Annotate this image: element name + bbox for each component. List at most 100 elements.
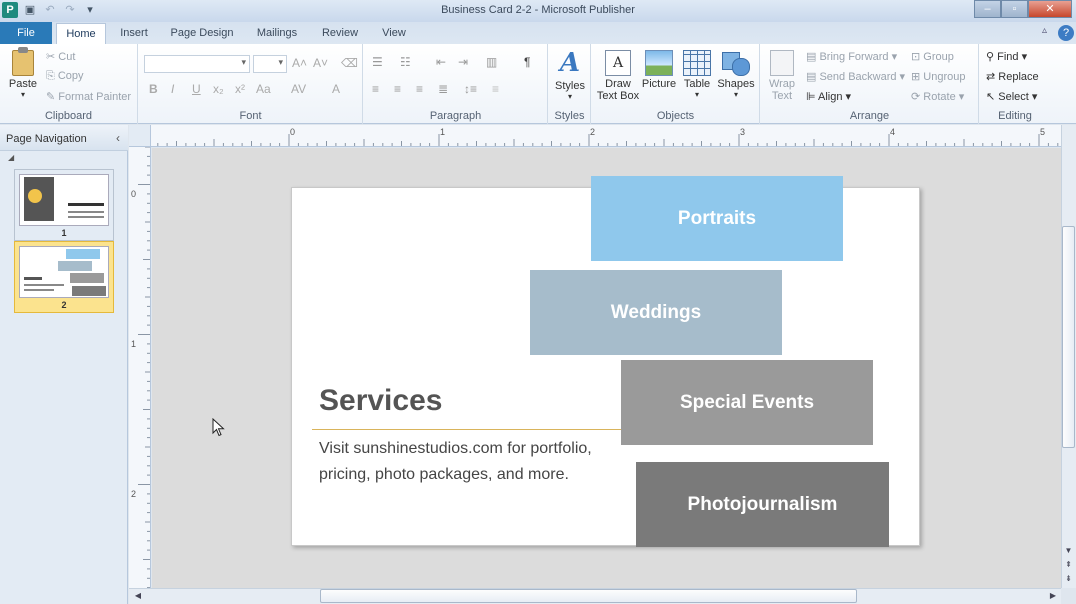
replace-button[interactable]: ⇄ Replace [986,70,1039,83]
columns-icon[interactable]: ▥ [486,55,497,69]
align-left-icon[interactable]: ≡ [372,82,379,96]
numbering-icon[interactable]: ☷ [400,55,411,69]
character-spacing-icon[interactable]: AV [291,82,306,96]
scroll-down-arrow-icon[interactable]: ▼ [1062,544,1075,557]
align-center-icon[interactable]: ≡ [394,82,401,96]
ruler-label: 2 [590,127,596,137]
scroll-right-arrow-icon[interactable]: ▶ [1047,590,1059,602]
page-navigation-title: Page Navigation [6,133,87,145]
italic-icon[interactable]: I [171,82,174,96]
bullets-icon[interactable]: ☰ [372,55,383,69]
special-events-box[interactable]: Special Events [621,360,873,445]
cut-button[interactable]: ✂ Cut [46,50,75,63]
ruler-label: 1 [131,339,137,349]
horizontal-ruler[interactable]: 0 1 2 3 4 5 [129,125,1061,147]
select-cursor-icon: ↖ [986,91,999,103]
tab-home[interactable]: Home [56,23,106,44]
align-right-icon[interactable]: ≡ [416,82,423,96]
objects-group-label: Objects [656,110,695,122]
send-backward-button[interactable]: ▤ Send Backward ▾ [806,70,905,83]
shrink-font-icon[interactable]: A˅ [313,56,328,70]
workspace[interactable]: Services Visit sunshinestudios.com for p… [152,148,1061,588]
table-button[interactable]: Table ▾ [680,50,714,99]
weddings-box[interactable]: Weddings [530,270,782,355]
help-icon[interactable]: ? [1058,25,1074,41]
tab-file[interactable]: File [0,22,52,44]
paste-button[interactable]: Paste ▾ [6,47,40,99]
bring-forward-button[interactable]: ▤ Bring Forward ▾ [806,50,897,63]
styles-button[interactable]: A Styles ▾ [553,48,587,101]
font-group-label: Font [239,110,262,122]
align-button[interactable]: ⊫ Align ▾ [806,90,851,103]
styles-icon: A [559,48,581,78]
bold-icon[interactable]: B [149,82,158,96]
change-case-icon[interactable]: Aa [256,82,271,96]
vertical-ruler[interactable]: 0 1 2 [129,147,151,588]
clipboard-group: Paste ▾ ✂ Cut ⎘ Copy ✎ Format Painter Cl… [0,44,138,124]
previous-page-icon[interactable]: ⇞ [1062,558,1075,571]
minimize-ribbon-icon[interactable]: ▵ [1042,25,1047,36]
wrap-text-button[interactable]: Wrap Text [765,50,799,102]
superscript-icon[interactable]: x² [235,82,245,96]
select-button[interactable]: ↖ Select ▾ [986,90,1037,103]
group-button[interactable]: ⊡ Group [911,50,954,63]
tab-review[interactable]: Review [314,22,366,44]
tab-view[interactable]: View [372,22,416,44]
vertical-ruler-ticks [138,147,150,588]
clear-formatting-icon[interactable]: ⌫ [341,56,358,70]
draw-text-box-button[interactable]: A Draw Text Box [596,50,640,102]
decrease-indent-icon[interactable]: ⇤ [436,55,446,69]
clipboard-group-label: Clipboard [44,110,93,122]
ungroup-button[interactable]: ⊞ Ungroup [911,70,965,83]
tab-mailings[interactable]: Mailings [248,22,306,44]
section-expander-icon[interactable]: ◢ [8,153,14,162]
format-painter-button[interactable]: ✎ Format Painter [46,90,131,103]
paragraph-spacing-icon[interactable]: ≡ [492,82,499,96]
close-button[interactable]: ✕ [1028,0,1072,18]
services-body-text[interactable]: Visit sunshinestudios.com for portfolio,… [319,436,639,488]
photojournalism-box[interactable]: Photojournalism [636,462,889,547]
tab-insert[interactable]: Insert [112,22,156,44]
heading-underline [312,429,667,430]
ruler-label: 0 [131,189,137,199]
shapes-button[interactable]: Shapes ▾ [716,50,756,99]
ribbon: Paste ▾ ✂ Cut ⎘ Copy ✎ Format Painter Cl… [0,44,1076,124]
styles-group: A Styles ▾ Styles [549,44,591,124]
copy-icon: ⎘ [46,70,58,82]
collapse-pane-icon[interactable]: ‹ [116,131,120,145]
services-heading[interactable]: Services [319,384,442,418]
font-size-select[interactable] [253,55,287,73]
page-thumbnail-1[interactable]: 1 [14,169,114,241]
copy-button[interactable]: ⎘ Copy [46,70,84,83]
ungroup-icon: ⊞ [911,71,924,83]
justify-icon[interactable]: ≣ [438,82,448,96]
picture-icon [645,50,673,76]
portraits-box[interactable]: Portraits [591,176,843,261]
horizontal-scroll-thumb[interactable] [320,589,857,603]
rotate-button[interactable]: ⟳ Rotate ▾ [911,90,964,103]
replace-icon: ⇄ [986,71,999,83]
maximize-button[interactable]: ▫ [1001,0,1028,18]
scissors-icon: ✂ [46,51,59,63]
font-name-select[interactable] [144,55,250,73]
scroll-left-arrow-icon[interactable]: ◀ [132,590,144,602]
next-page-icon[interactable]: ⇟ [1062,572,1075,585]
arrange-group-label: Arrange [849,110,890,122]
subscript-icon[interactable]: x₂ [213,82,224,96]
minimize-button[interactable]: – [974,0,1001,18]
find-button[interactable]: ⚲ Find ▾ [986,50,1027,63]
underline-icon[interactable]: U [192,82,201,96]
line-spacing-icon[interactable]: ↕≡ [464,82,477,96]
grow-font-icon[interactable]: A˄ [292,56,307,70]
picture-button[interactable]: Picture [640,50,678,90]
font-color-icon[interactable]: A [332,82,340,96]
tab-page-design[interactable]: Page Design [164,22,240,44]
binoculars-icon: ⚲ [986,51,998,63]
paragraph-mark-icon[interactable]: ¶ [524,55,530,69]
page-thumbnail-2[interactable]: 2 [14,241,114,313]
increase-indent-icon[interactable]: ⇥ [458,55,468,69]
vertical-scroll-thumb[interactable] [1062,226,1075,448]
editing-group: ⚲ Find ▾ ⇄ Replace ↖ Select ▾ Editing [980,44,1050,124]
font-group: A˄ A˅ ⌫ B I U x₂ x² Aa AV A Font [139,44,363,124]
brush-icon: ✎ [46,91,59,103]
